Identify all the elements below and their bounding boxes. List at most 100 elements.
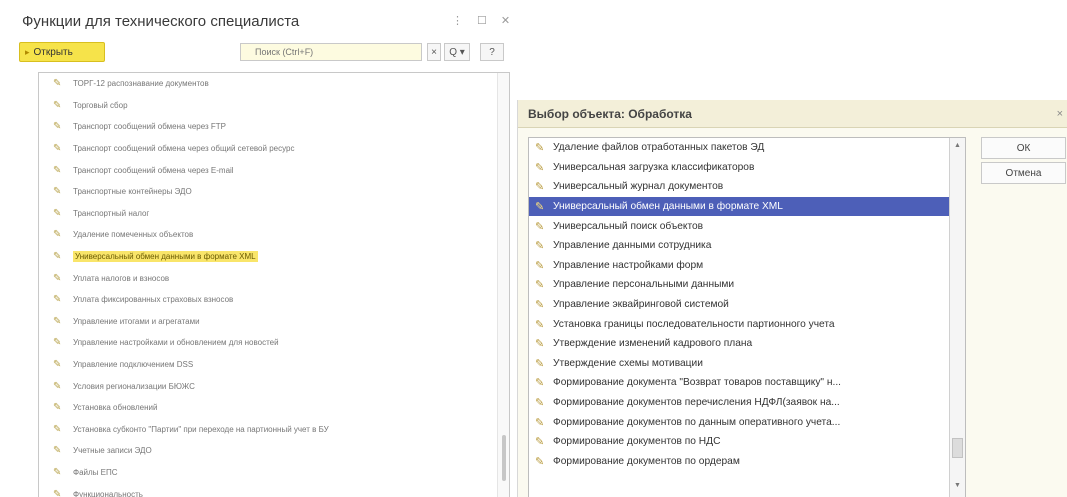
dialog-title: Выбор объекта: Обработка: [518, 100, 1067, 128]
list-item[interactable]: ✎ Формирование документа "Возврат товаров…: [529, 373, 965, 393]
processing-icon: ✎: [535, 338, 545, 351]
cancel-button[interactable]: Отмена: [981, 162, 1066, 184]
processing-icon: ✎: [53, 466, 62, 478]
window-controls: ⋮ ☐ ✕: [452, 14, 510, 27]
processing-icon: ✎: [535, 161, 545, 174]
scrollbar-thumb[interactable]: [502, 435, 506, 481]
list-item-label: Транспорт сообщений обмена через FTP: [73, 122, 227, 132]
processing-icon: ✎: [53, 121, 62, 133]
processing-icon: ✎: [53, 272, 62, 284]
processing-icon: ✎: [53, 488, 62, 497]
list-item-label: Удаление файлов отработанных пакетов ЭД: [553, 142, 765, 154]
processing-icon: ✎: [53, 315, 62, 327]
list-item[interactable]: ✎ Формирование документов по НДС: [529, 432, 965, 452]
ok-button[interactable]: ОК: [981, 137, 1066, 159]
list-item[interactable]: ✎ Условия регионализации БЮЖС: [39, 375, 509, 397]
list-item-label: Управление настройками форм: [553, 259, 704, 271]
list-item[interactable]: ✎ Уплата фиксированных страховых взносов: [39, 289, 509, 311]
list-item[interactable]: ✎ Удаление файлов отработанных пакетов ЭД: [529, 138, 965, 158]
processing-icon: ✎: [53, 380, 62, 392]
list-item[interactable]: ✎ Учетные записи ЭДО: [39, 440, 509, 462]
processing-icon: ✎: [535, 201, 545, 214]
list-item[interactable]: ✎ Утверждение изменений кадрового плана: [529, 334, 965, 354]
open-button-label: Открыть: [33, 46, 73, 58]
list-item-label: Управление итогами и агрегатами: [73, 316, 200, 326]
list-item[interactable]: ✎ Формирование документов перечисления НД…: [529, 393, 965, 413]
list-item-label: Управление данными сотрудника: [553, 240, 712, 252]
processing-icon: ✎: [535, 416, 545, 429]
list-item[interactable]: ✎ Установка обновлений: [39, 397, 509, 419]
dialog-title-text: Выбор объекта: Обработка: [528, 107, 692, 121]
list-item[interactable]: ✎ Установка границы последовательности па…: [529, 314, 965, 334]
processing-icon: ✎: [535, 181, 545, 194]
processing-icon: ✎: [53, 186, 62, 198]
processing-icon: ✎: [53, 229, 62, 241]
processing-icon: ✎: [535, 240, 545, 253]
processing-icon: ✎: [53, 423, 62, 435]
list-item[interactable]: ✎ Универсальный журнал документов: [529, 177, 965, 197]
list-item[interactable]: ✎ Удаление помеченных объектов: [39, 224, 509, 246]
list-item-label: Утверждение изменений кадрового плана: [553, 338, 753, 350]
list-item[interactable]: ✎ Универсальный поиск объектов: [529, 216, 965, 236]
list-item[interactable]: ✎ Транспорт сообщений обмена через FTP: [39, 116, 509, 138]
processing-icon: ✎: [53, 99, 62, 111]
scroll-up-icon[interactable]: ▲: [950, 138, 965, 154]
clear-search-button[interactable]: ×: [427, 43, 441, 61]
list-item-label: Управление персональными данными: [553, 279, 735, 291]
list-item[interactable]: ✎ Утверждение схемы мотивации: [529, 354, 965, 374]
vertical-scrollbar[interactable]: ▲ ▼: [949, 138, 965, 497]
list-item[interactable]: ✎ Управление данными сотрудника: [529, 236, 965, 256]
list-item-label: Учетные записи ЭДО: [73, 446, 152, 456]
list-item[interactable]: ✎ Установка субконто "Партии" при переход…: [39, 419, 509, 441]
list-item[interactable]: ✎ ТОРГ-12 распознавание документов: [39, 73, 509, 95]
list-item[interactable]: ✎ Управление настройками форм: [529, 256, 965, 276]
toolbar: ▸ Открыть × Q ▾ ?: [14, 40, 508, 64]
list-item[interactable]: ✎ Транспорт сообщений обмена через общий …: [39, 138, 509, 160]
list-item[interactable]: ✎ Формирование документов по данным опера…: [529, 412, 965, 432]
maximize-icon[interactable]: ☐: [477, 14, 487, 27]
close-icon[interactable]: ×: [1057, 100, 1063, 128]
processing-icon: ✎: [53, 359, 62, 371]
list-item[interactable]: ✎ Управление настройками и обновлением дл…: [39, 332, 509, 354]
list-item[interactable]: ✎ Управление подключением DSS: [39, 354, 509, 376]
list-item-label: Условия регионализации БЮЖС: [73, 381, 195, 391]
select-object-dialog: Выбор объекта: Обработка × ✎ Удаление фай…: [517, 100, 1067, 497]
list-item[interactable]: ✎ Транспорт сообщений обмена через E-mail: [39, 159, 509, 181]
close-icon[interactable]: ✕: [501, 14, 510, 27]
processing-icon: ✎: [53, 143, 62, 155]
search-button[interactable]: Q ▾: [444, 43, 470, 61]
vertical-scrollbar[interactable]: [497, 73, 509, 497]
processing-icon: ✎: [535, 299, 545, 312]
list-item[interactable]: ✎ Управление эквайринговой системой: [529, 295, 965, 315]
processing-icon: ✎: [535, 318, 545, 331]
processing-icon: ✎: [53, 294, 62, 306]
list-item[interactable]: ✎ Универсальный обмен данными в формате X…: [39, 246, 509, 268]
list-item[interactable]: ✎ Универсальная загрузка классификаторов: [529, 158, 965, 178]
scrollbar-thumb[interactable]: [952, 438, 963, 458]
processing-icon: ✎: [535, 259, 545, 272]
list-item-label: Транспортные контейнеры ЭДО: [73, 187, 192, 197]
help-button[interactable]: ?: [480, 43, 504, 61]
list-item[interactable]: ✎ Транспортный налог: [39, 203, 509, 225]
scroll-down-icon[interactable]: ▼: [950, 478, 965, 494]
list-item-label: Установка обновлений: [73, 403, 158, 413]
list-item[interactable]: ✎ Универсальный обмен данными в формате X…: [529, 196, 965, 217]
processing-icon: ✎: [535, 397, 545, 410]
search-input[interactable]: [240, 43, 422, 61]
list-item-label: Формирование документов по данным операт…: [553, 416, 841, 428]
list-item-label: Уплата фиксированных страховых взносов: [73, 295, 234, 305]
list-item[interactable]: ✎ Управление итогами и агрегатами: [39, 311, 509, 333]
processing-icon: ✎: [535, 142, 545, 155]
list-item[interactable]: ✎ Файлы ЕПС: [39, 462, 509, 484]
list-item[interactable]: ✎ Уплата налогов и взносов: [39, 267, 509, 289]
list-item-label: Управление эквайринговой системой: [553, 299, 729, 311]
more-icon[interactable]: ⋮: [452, 14, 463, 27]
list-item-label: Уплата налогов и взносов: [73, 273, 170, 283]
open-button[interactable]: ▸ Открыть: [19, 42, 105, 62]
list-item[interactable]: ✎ Формирование документов по ордерам: [529, 452, 965, 472]
processing-icon: ✎: [535, 455, 545, 468]
list-item[interactable]: ✎ Управление персональными данными: [529, 275, 965, 295]
list-item[interactable]: ✎ Торговый сбор: [39, 95, 509, 117]
list-item[interactable]: ✎ Транспортные контейнеры ЭДО: [39, 181, 509, 203]
list-item[interactable]: ✎ Функциональность: [39, 483, 509, 497]
